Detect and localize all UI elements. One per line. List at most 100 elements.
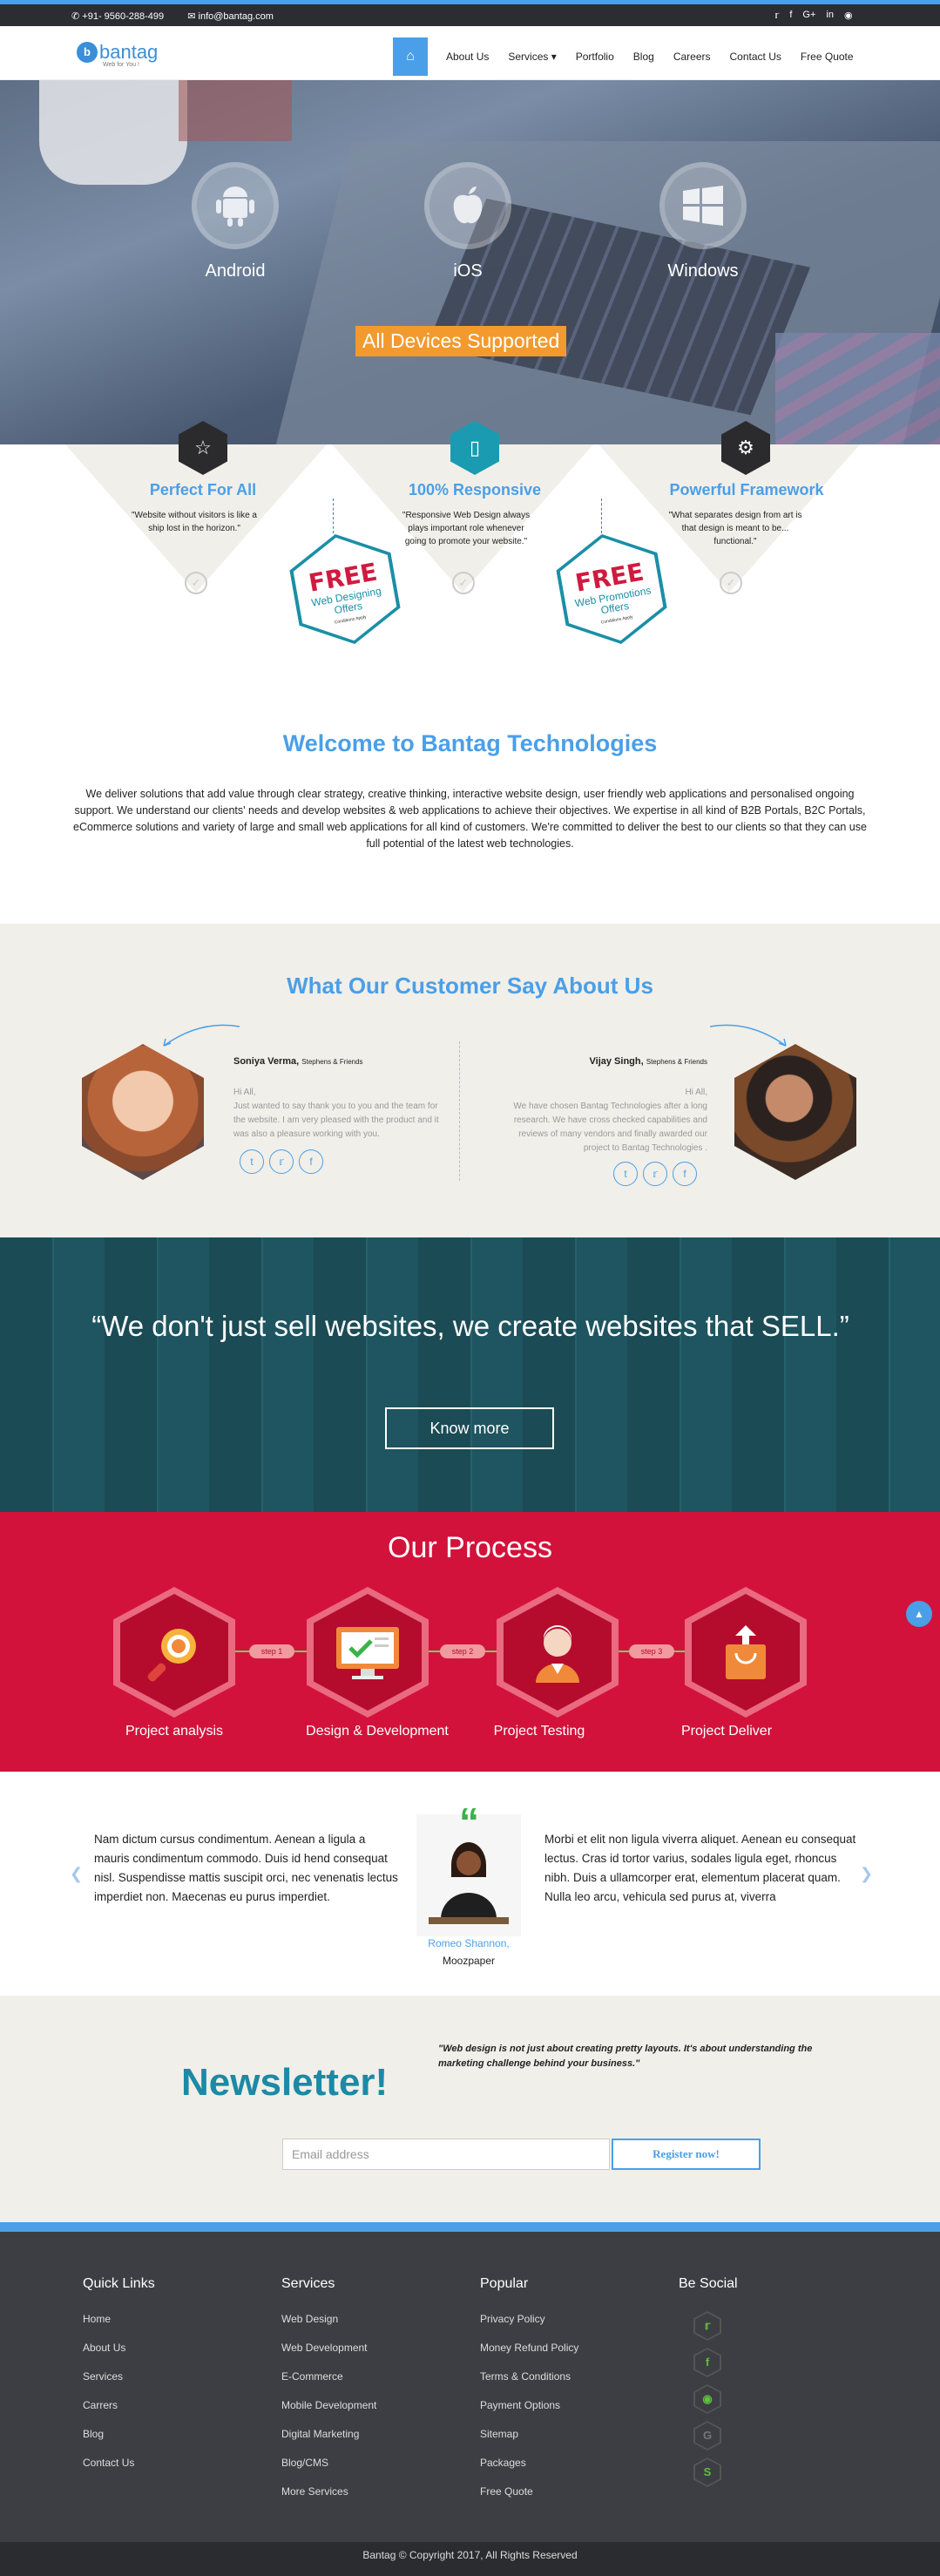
testimonial-body: Hi All, We have chosen Bantag Technologie… <box>513 1088 707 1153</box>
feature-title: 100% Responsive <box>408 481 542 498</box>
footer-link[interactable]: E-Commerce <box>281 2370 376 2399</box>
hero-notebook-image <box>179 80 292 141</box>
top-bar: ✆ +91- 9560-288-499 ✉ info@bantag.com 𝕣 … <box>0 0 940 26</box>
feature-title: Perfect For All <box>149 481 257 498</box>
footer-link[interactable]: Sitemap <box>480 2428 578 2457</box>
nav-contact[interactable]: Contact Us <box>720 51 791 63</box>
offer-pin-line <box>333 498 334 533</box>
nav-services[interactable]: Services ▾ <box>498 51 565 63</box>
nav-portfolio[interactable]: Portfolio <box>566 51 624 63</box>
chevron-left-icon[interactable]: ❮ <box>70 1865 83 1883</box>
logo-text: bantag <box>99 41 159 63</box>
footer-link[interactable]: Blog <box>83 2428 134 2457</box>
footer-quick-links-title: Quick Links <box>83 2276 155 2291</box>
apple-icon <box>424 162 511 249</box>
footer-quick-links: Home About Us Services Carrers Blog Cont… <box>83 2313 134 2485</box>
google-plus-icon[interactable]: G+ <box>802 10 815 21</box>
footer-link[interactable]: Home <box>83 2313 134 2342</box>
register-button[interactable]: Register now! <box>612 2139 761 2170</box>
testimonial2-company: Moozpaper <box>442 1955 496 1967</box>
footer-link[interactable]: More Services <box>281 2485 376 2514</box>
footer-link[interactable]: Terms & Conditions <box>480 2370 578 2399</box>
tumblr-icon[interactable]: t <box>240 1149 264 1174</box>
platform-label: Android <box>205 261 266 281</box>
platform-windows: Windows <box>659 162 747 281</box>
tester-person-icon <box>504 1594 612 1711</box>
footer-link[interactable]: Money Refund Policy <box>480 2342 578 2370</box>
check-icon: ✓ <box>452 572 475 594</box>
process-label: Project Deliver <box>680 1724 773 1739</box>
welcome-text: We deliver solutions that add value thro… <box>73 788 867 850</box>
process-title: Our Process <box>388 1531 552 1564</box>
tumblr-icon[interactable]: t <box>613 1162 638 1186</box>
testimonial2-right-text: Morbi et elit non ligula viverra aliquet… <box>544 1833 856 1903</box>
feature-quote: "What separates design from art is that … <box>668 511 802 546</box>
phone-text[interactable]: ✆ +91- 9560-288-499 <box>71 11 174 22</box>
footer-link[interactable]: Packages <box>480 2457 578 2485</box>
windows-icon <box>659 162 747 249</box>
footer-link[interactable]: Free Quote <box>480 2485 578 2514</box>
platform-label: Windows <box>667 261 739 281</box>
caret-down-icon: ▾ <box>551 51 557 63</box>
footer-popular: Privacy Policy Money Refund Policy Terms… <box>480 2313 578 2514</box>
newsletter-section <box>0 1996 940 2222</box>
scroll-to-top-button[interactable]: ▲ <box>906 1601 932 1627</box>
curved-arrow-icon <box>163 1024 240 1047</box>
footer-link[interactable]: Privacy Policy <box>480 2313 578 2342</box>
footer-link[interactable]: Web Design <box>281 2313 376 2342</box>
footer-link[interactable]: Blog/CMS <box>281 2457 376 2485</box>
shopping-bag-icon <box>692 1594 800 1711</box>
footer-link[interactable]: Mobile Development <box>281 2399 376 2428</box>
contact-info: ✆ +91- 9560-288-499 ✉ info@bantag.com <box>71 10 294 22</box>
all-devices-badge: All Devices Supported <box>355 326 567 356</box>
magnifier-icon <box>120 1594 228 1711</box>
twitter-icon[interactable]: 𝕣 <box>643 1162 667 1186</box>
footer-link[interactable]: Services <box>83 2370 134 2399</box>
nav-menu: ⌂ About Us Services ▾ Portfolio Blog Car… <box>393 37 863 76</box>
copyright-text: Bantag © Copyright 2017, All Rights Rese… <box>0 2542 940 2576</box>
testimonial-name: Soniya Verma, Stephens & Friends <box>233 1056 363 1067</box>
footer-link[interactable]: Digital Marketing <box>281 2428 376 2457</box>
offer-pin-line <box>601 498 602 533</box>
hero-screen-image <box>775 333 940 444</box>
facebook-icon[interactable]: f <box>299 1149 323 1174</box>
platform-android: Android <box>192 162 279 281</box>
nav-blog[interactable]: Blog <box>624 51 664 63</box>
home-icon[interactable]: ⌂ <box>393 37 428 76</box>
footer-social-title: Be Social <box>679 2276 738 2291</box>
facebook-icon[interactable]: f <box>673 1162 697 1186</box>
logo[interactable]: b bantag Web for You ! <box>77 41 159 68</box>
step-badge: step 3 <box>629 1644 674 1658</box>
twitter-icon[interactable]: 𝕣 <box>269 1149 294 1174</box>
nav-careers[interactable]: Careers <box>664 51 720 63</box>
know-more-button[interactable]: Know more <box>385 1407 554 1449</box>
twitter-icon[interactable]: 𝕣 <box>774 10 779 21</box>
footer-link[interactable]: Contact Us <box>83 2457 134 2485</box>
footer-link[interactable]: About Us <box>83 2342 134 2370</box>
logo-mark-icon: b <box>77 42 98 63</box>
faces-collage-image <box>0 1237 940 1512</box>
nav-about[interactable]: About Us <box>436 51 498 63</box>
footer-link[interactable]: Carrers <box>83 2399 134 2428</box>
footer-services-title: Services <box>281 2276 335 2291</box>
footer-link[interactable]: Web Development <box>281 2342 376 2370</box>
step-badge: step 1 <box>249 1644 294 1658</box>
newsletter-title: Newsletter! <box>181 2061 389 2104</box>
check-icon: ✓ <box>720 572 742 594</box>
linkedin-icon[interactable]: in <box>826 10 834 21</box>
email-text[interactable]: ✉ info@bantag.com <box>187 11 284 22</box>
top-social: 𝕣 f G+ in ◉ <box>774 10 853 21</box>
footer-link[interactable]: Payment Options <box>480 2399 578 2428</box>
facebook-icon[interactable]: f <box>789 10 792 21</box>
monitor-icon <box>314 1594 422 1711</box>
testimonial2-name: Romeo Shannon, <box>428 1937 510 1949</box>
email-input[interactable]: Email address <box>282 2139 610 2170</box>
nav-free-quote[interactable]: Free Quote <box>791 51 863 63</box>
testimonial-social: t 𝕣 f <box>240 1149 323 1174</box>
instagram-icon[interactable]: ◉ <box>844 10 853 21</box>
curved-arrow-icon <box>709 1024 787 1047</box>
process-label: Project Testing <box>493 1724 585 1739</box>
quote-mark-icon: “ <box>459 1800 479 1845</box>
platform-ios: iOS <box>424 162 511 281</box>
newsletter-quote: "Web design is not just about creating p… <box>438 2044 813 2069</box>
